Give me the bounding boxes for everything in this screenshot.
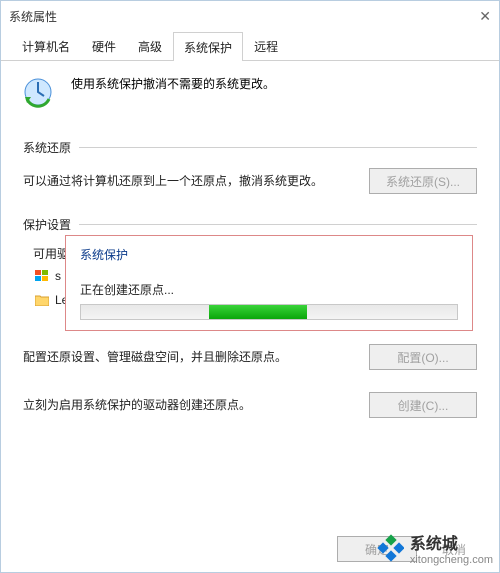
configure-text: 配置还原设置、管理磁盘空间，并且删除还原点。 xyxy=(23,348,355,366)
progress-dialog: 系统保护 正在创建还原点... xyxy=(65,235,473,331)
configure-button[interactable]: 配置(O)... xyxy=(369,344,477,370)
tab-hardware[interactable]: 硬件 xyxy=(81,31,127,60)
tab-computer-name[interactable]: 计算机名 xyxy=(11,31,81,60)
tab-advanced[interactable]: 高级 xyxy=(127,31,173,60)
windows-drive-icon xyxy=(33,268,51,284)
tab-remote[interactable]: 远程 xyxy=(243,31,289,60)
intro-row: 使用系统保护撤消不需要的系统更改。 xyxy=(23,75,477,109)
group-protection-settings: 保护设置 xyxy=(23,216,477,233)
watermark-url: xitongcheng.com xyxy=(410,554,493,566)
tab-system-protection[interactable]: 系统保护 xyxy=(173,32,243,61)
tab-strip: 计算机名 硬件 高级 系统保护 远程 xyxy=(1,31,499,61)
intro-text: 使用系统保护撤消不需要的系统更改。 xyxy=(71,75,275,92)
shield-restore-icon xyxy=(23,75,57,109)
restore-row: 可以通过将计算机还原到上一个还原点，撤消系统更改。 系统还原(S)... xyxy=(23,168,477,194)
create-button[interactable]: 创建(C)... xyxy=(369,392,477,418)
titlebar: 系统属性 ✕ xyxy=(1,1,499,31)
create-row: 立刻为启用系统保护的驱动器创建还原点。 创建(C)... xyxy=(23,392,477,418)
group-system-restore: 系统还原 xyxy=(23,139,477,156)
watermark: 系统城 xitongcheng.com xyxy=(376,530,493,566)
system-restore-button[interactable]: 系统还原(S)... xyxy=(369,168,477,194)
create-text: 立刻为启用系统保护的驱动器创建还原点。 xyxy=(23,396,355,414)
progress-bar xyxy=(80,304,458,320)
popup-status: 正在创建还原点... xyxy=(80,281,458,298)
watermark-logo-icon xyxy=(376,534,404,562)
window-title: 系统属性 xyxy=(9,8,451,25)
watermark-brand: 系统城 xyxy=(410,530,493,554)
close-icon[interactable]: ✕ xyxy=(451,8,491,25)
restore-text: 可以通过将计算机还原到上一个还原点，撤消系统更改。 xyxy=(23,172,355,190)
system-properties-window: 系统属性 ✕ 计算机名 硬件 高级 系统保护 远程 使用系统保护撤消不需要的系统… xyxy=(0,0,500,573)
popup-title: 系统保护 xyxy=(80,246,458,263)
progress-bar-fill xyxy=(209,305,307,319)
folder-icon xyxy=(33,292,51,308)
configure-row: 配置还原设置、管理磁盘空间，并且删除还原点。 配置(O)... xyxy=(23,344,477,370)
